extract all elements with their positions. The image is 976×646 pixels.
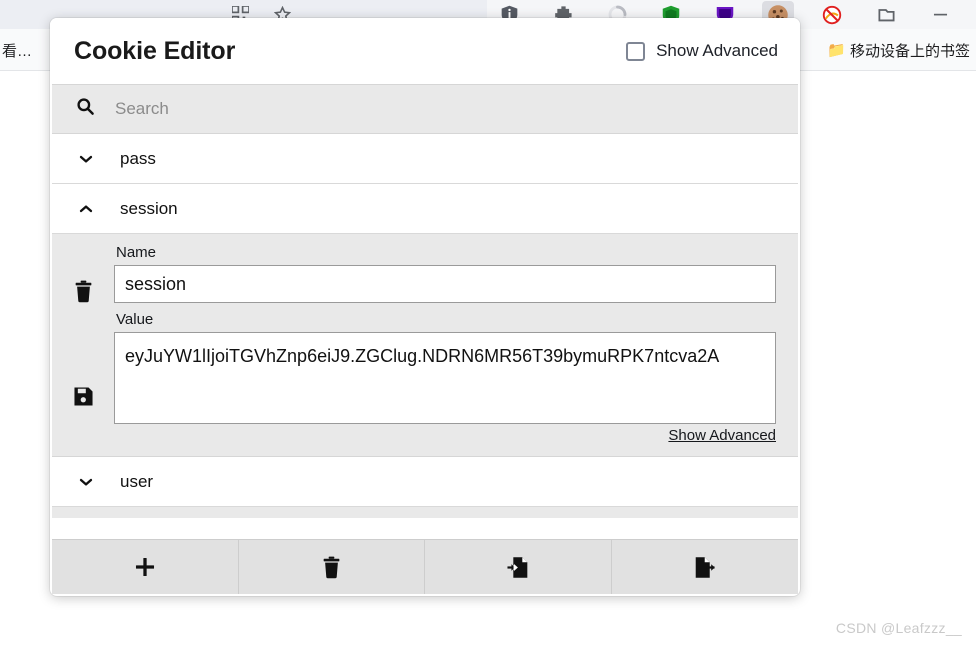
bookmark-left-label: 看… <box>2 42 33 60</box>
show-advanced-label: Show Advanced <box>656 41 778 60</box>
export-document-icon <box>695 556 715 578</box>
popup-bottom-spacer <box>52 507 798 518</box>
chevron-down-icon <box>78 154 93 164</box>
window-icon[interactable] <box>868 0 904 29</box>
cookie-row-session[interactable]: session <box>52 184 798 234</box>
detail-advanced-row: Show Advanced <box>114 427 776 444</box>
delete-all-cookies-button[interactable] <box>239 540 425 594</box>
watermark: CSDN @Leafzzz__ <box>835 620 962 636</box>
cookie-detail-panel: Name session Value eyJuYW1lIjoiTGVhZnp6e… <box>52 234 798 457</box>
cookie-detail-actions <box>52 244 114 444</box>
add-cookie-button[interactable] <box>52 540 239 594</box>
name-field[interactable]: session <box>114 265 776 303</box>
search-icon <box>76 97 95 121</box>
trash-icon <box>323 556 340 578</box>
blocked-icon[interactable] <box>814 0 850 29</box>
search-bar[interactable]: Search <box>52 84 798 134</box>
cookie-name-pass: pass <box>120 148 156 168</box>
cookie-row-pass[interactable]: pass <box>52 134 798 184</box>
value-field-label: Value <box>116 311 154 328</box>
value-field[interactable]: eyJuYW1lIjoiTGVhZnp6eiJ9.ZGClug.NDRN6MR5… <box>114 332 776 424</box>
bookmark-item-left[interactable]: 看… <box>0 29 32 71</box>
import-document-icon <box>507 556 528 578</box>
field-spacer <box>114 303 776 311</box>
show-advanced-toggle[interactable]: Show Advanced <box>626 41 778 61</box>
cookie-row-user[interactable]: user <box>52 457 798 507</box>
minimize-icon[interactable] <box>922 0 958 29</box>
show-advanced-link[interactable]: Show Advanced <box>668 427 776 444</box>
name-field-label: Name <box>116 244 157 261</box>
search-input[interactable]: Search <box>115 99 169 119</box>
folder-icon: 📁 <box>827 42 846 59</box>
cookie-name-user: user <box>120 471 154 491</box>
bookmark-item-mobile-bookmarks[interactable]: 📁 移动设备上的书签 <box>827 29 970 71</box>
cookie-editor-popup: Cookie Editor Show Advanced Search pass … <box>50 18 800 596</box>
export-cookies-button[interactable] <box>612 540 799 594</box>
page-title: Cookie Editor <box>74 36 236 65</box>
popup-header: Cookie Editor Show Advanced <box>50 18 800 84</box>
plus-icon <box>135 557 154 577</box>
import-cookies-button[interactable] <box>425 540 612 594</box>
save-cookie-button[interactable] <box>66 379 100 413</box>
delete-cookie-button[interactable] <box>66 274 100 308</box>
cookie-detail-fields: Name session Value eyJuYW1lIjoiTGVhZnp6e… <box>114 244 776 444</box>
cookie-name-session: session <box>120 198 178 218</box>
bookmark-right-label: 移动设备上的书签 <box>849 42 970 60</box>
screenshot-root: 看… 📁 移动设备上的书签 Cookie Editor Show Advance… <box>0 0 976 646</box>
popup-footer-toolbar <box>52 539 798 594</box>
chevron-up-icon <box>78 204 93 214</box>
chevron-down-icon <box>78 477 93 487</box>
show-advanced-checkbox[interactable] <box>626 41 646 61</box>
